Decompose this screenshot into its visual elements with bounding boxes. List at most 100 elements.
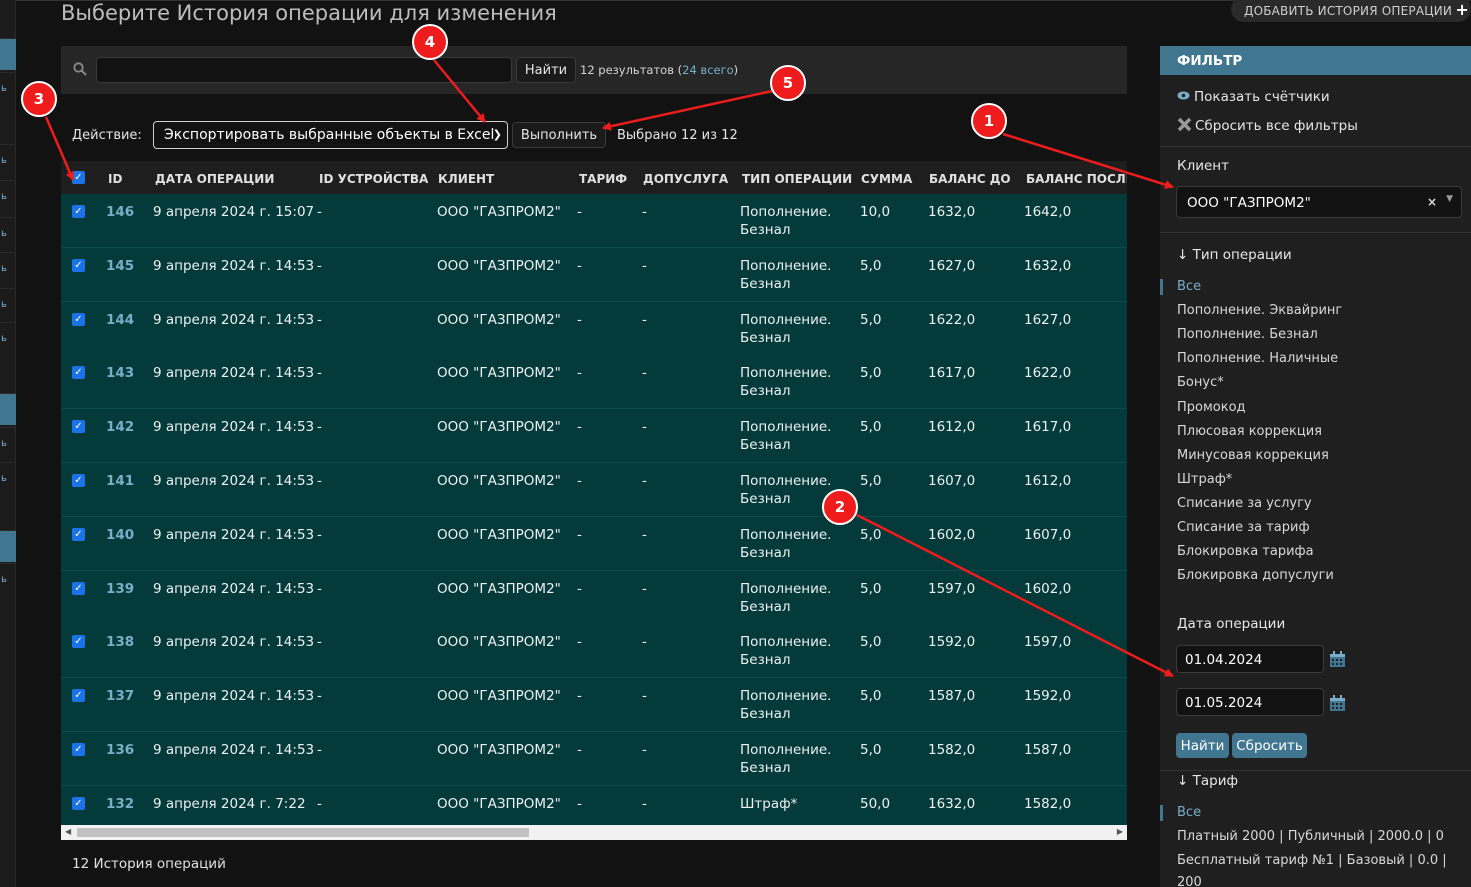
column-header-sum[interactable]: СУММА	[861, 172, 912, 186]
optype-filter-option[interactable]: Минусовая коррекция	[1177, 448, 1329, 463]
row-checkbox[interactable]: ✓	[72, 527, 85, 541]
left-nav-item[interactable]	[0, 38, 16, 70]
left-nav-item[interactable]: ь	[0, 72, 16, 104]
row-id-link[interactable]: 139	[106, 581, 134, 597]
search-input[interactable]	[96, 57, 512, 83]
tariff-filter-option[interactable]: Все	[1159, 805, 1201, 821]
row-checkbox[interactable]: ✓	[72, 420, 85, 434]
column-header-client[interactable]: КЛИЕНТ	[438, 172, 494, 186]
scrollbar-thumb[interactable]	[77, 828, 529, 837]
row-checkbox[interactable]: ✓	[72, 366, 85, 380]
column-header-service[interactable]: ДОПУСЛУГА	[643, 172, 728, 186]
scroll-right-icon[interactable]: ▶	[1117, 827, 1123, 836]
optype-filter-option[interactable]: Пополнение. Эквайринг	[1177, 303, 1342, 318]
optype-filter-option[interactable]: Пополнение. Безнал	[1177, 327, 1318, 342]
left-nav-item[interactable]: ь	[0, 322, 16, 354]
left-nav-item[interactable]	[0, 393, 16, 425]
row-id-link[interactable]: 141	[106, 473, 134, 489]
row-checkbox[interactable]: ✓	[72, 796, 85, 810]
date-filter-reset-button[interactable]: Сбросить	[1232, 733, 1307, 758]
row-client: ООО "ГАЗПРОМ2"	[437, 419, 561, 436]
scroll-left-icon[interactable]: ◀	[65, 827, 71, 836]
optype-filter-option[interactable]: Штраф*	[1177, 472, 1232, 487]
optype-filter-option[interactable]: Бонус*	[1177, 375, 1224, 390]
row-client: ООО "ГАЗПРОМ2"	[437, 311, 561, 328]
left-nav-item[interactable]: ь	[0, 217, 16, 249]
left-nav-item[interactable]: ь	[0, 563, 16, 595]
row-balance-after: 1627,0	[1024, 311, 1072, 328]
row-date: 9 апреля 2024 г. 7:22	[153, 795, 306, 812]
row-checkbox[interactable]: ✓	[72, 474, 85, 487]
tariff-filter-title[interactable]: ↓ Тариф	[1177, 773, 1238, 789]
date-from-input[interactable]: 01.04.2024	[1176, 645, 1324, 673]
left-nav-item[interactable]: ь	[0, 462, 16, 494]
row-id-link[interactable]: 143	[106, 365, 134, 381]
date-to-input[interactable]: 01.05.2024	[1176, 688, 1324, 716]
search-button[interactable]: Найти	[516, 57, 576, 83]
row-service: -	[642, 204, 647, 220]
optype-filter-title[interactable]: ↓ Тип операции	[1177, 247, 1292, 263]
row-checkbox[interactable]: ✓	[72, 581, 85, 595]
optype-filter-option[interactable]: Плюсовая коррекция	[1177, 424, 1322, 439]
row-id-link[interactable]: 137	[106, 688, 134, 704]
column-header-tariff[interactable]: ТАРИФ	[579, 172, 627, 186]
column-header-device[interactable]: ID УСТРОЙСТВА	[319, 172, 428, 186]
row-checkbox[interactable]: ✓	[72, 258, 85, 272]
date-filter-search-button[interactable]: Найти	[1176, 733, 1229, 758]
calendar-icon[interactable]	[1329, 651, 1346, 668]
left-nav-item[interactable]: ь	[0, 427, 16, 459]
row-checkbox[interactable]: ✓	[72, 312, 85, 326]
tariff-filter-option[interactable]: 200	[1177, 875, 1202, 887]
row-date: 9 апреля 2024 г. 14:53	[153, 634, 315, 651]
calendar-icon[interactable]	[1329, 695, 1346, 712]
row-sum: 5,0	[860, 526, 882, 543]
row-id-link[interactable]: 140	[106, 527, 134, 543]
column-header-type[interactable]: ТИП ОПЕРАЦИИ	[742, 172, 852, 186]
row-id-link[interactable]: 142	[106, 419, 134, 435]
column-header-balance-before[interactable]: БАЛАНС ДО	[929, 172, 1011, 186]
date-filter-label: Дата операции	[1177, 616, 1286, 632]
row-id-link[interactable]: 138	[106, 634, 134, 650]
client-filter-select[interactable]: ООО "ГАЗПРОМ2" × ▼	[1176, 186, 1462, 218]
action-select[interactable]: Экспортировать выбранные объекты в Excel…	[153, 121, 508, 149]
run-action-button[interactable]: Выполнить	[512, 122, 606, 148]
add-operation-button[interactable]: ДОБАВИТЬ ИСТОРИЯ ОПЕРАЦИИ +	[1231, 0, 1471, 22]
annotation-badge-1: 1	[971, 103, 1007, 139]
row-id-link[interactable]: 132	[106, 796, 134, 812]
column-header-balance-after[interactable]: БАЛАНС ПОСЛЕ	[1026, 172, 1127, 186]
row-checkbox[interactable]: ✓	[72, 205, 85, 218]
optype-filter-option[interactable]: Промокод	[1177, 400, 1246, 415]
optype-filter-option[interactable]: Все	[1159, 279, 1201, 295]
column-header-id[interactable]: ID	[108, 172, 122, 186]
left-nav-item[interactable]: ь	[0, 144, 16, 176]
row-id-link[interactable]: 144	[106, 312, 134, 328]
optype-filter-option[interactable]: Списание за тариф	[1177, 520, 1310, 535]
tariff-filter-option[interactable]: Платный 2000 | Публичный | 2000.0 | 0	[1177, 829, 1444, 844]
row-checkbox[interactable]: ✓	[72, 635, 85, 649]
column-header-date[interactable]: ДАТА ОПЕРАЦИИ	[155, 172, 274, 186]
reset-all-filters-link[interactable]: Сбросить все фильтры	[1177, 117, 1358, 134]
row-sum: 5,0	[860, 742, 882, 758]
left-nav-item[interactable]: ь	[0, 288, 16, 320]
show-counts-link[interactable]: Показать счётчики	[1177, 89, 1330, 105]
clear-icon[interactable]: ×	[1427, 195, 1437, 209]
result-count-text: 12 результатов (	[580, 63, 683, 77]
show-all-link[interactable]: 24 всего	[682, 63, 734, 77]
row-id-link[interactable]: 146	[106, 204, 134, 220]
optype-filter-option[interactable]: Блокировка тарифа	[1177, 544, 1314, 559]
row-id-link[interactable]: 136	[106, 742, 134, 758]
tariff-filter-option[interactable]: Бесплатный тариф №1 | Базовый | 0.0 |	[1177, 853, 1447, 868]
optype-filter-option[interactable]: Пополнение. Наличные	[1177, 351, 1338, 366]
row-checkbox[interactable]: ✓	[72, 743, 85, 756]
horizontal-scrollbar[interactable]: ◀ ▶	[61, 825, 1127, 840]
left-nav-item[interactable]: ь	[0, 252, 16, 284]
row-checkbox[interactable]: ✓	[72, 689, 85, 703]
dropdown-arrow-icon[interactable]: ▼	[1446, 194, 1453, 204]
select-all-checkbox[interactable]: ✓	[72, 171, 85, 184]
row-id-link[interactable]: 145	[106, 258, 134, 274]
optype-filter-option[interactable]: Списание за услугу	[1177, 496, 1312, 511]
left-nav-item[interactable]: ь	[0, 180, 16, 212]
left-nav-item[interactable]	[0, 530, 16, 562]
optype-filter-option[interactable]: Блокировка допуслуги	[1177, 568, 1334, 583]
chevron-down-icon: ❯	[492, 128, 502, 141]
